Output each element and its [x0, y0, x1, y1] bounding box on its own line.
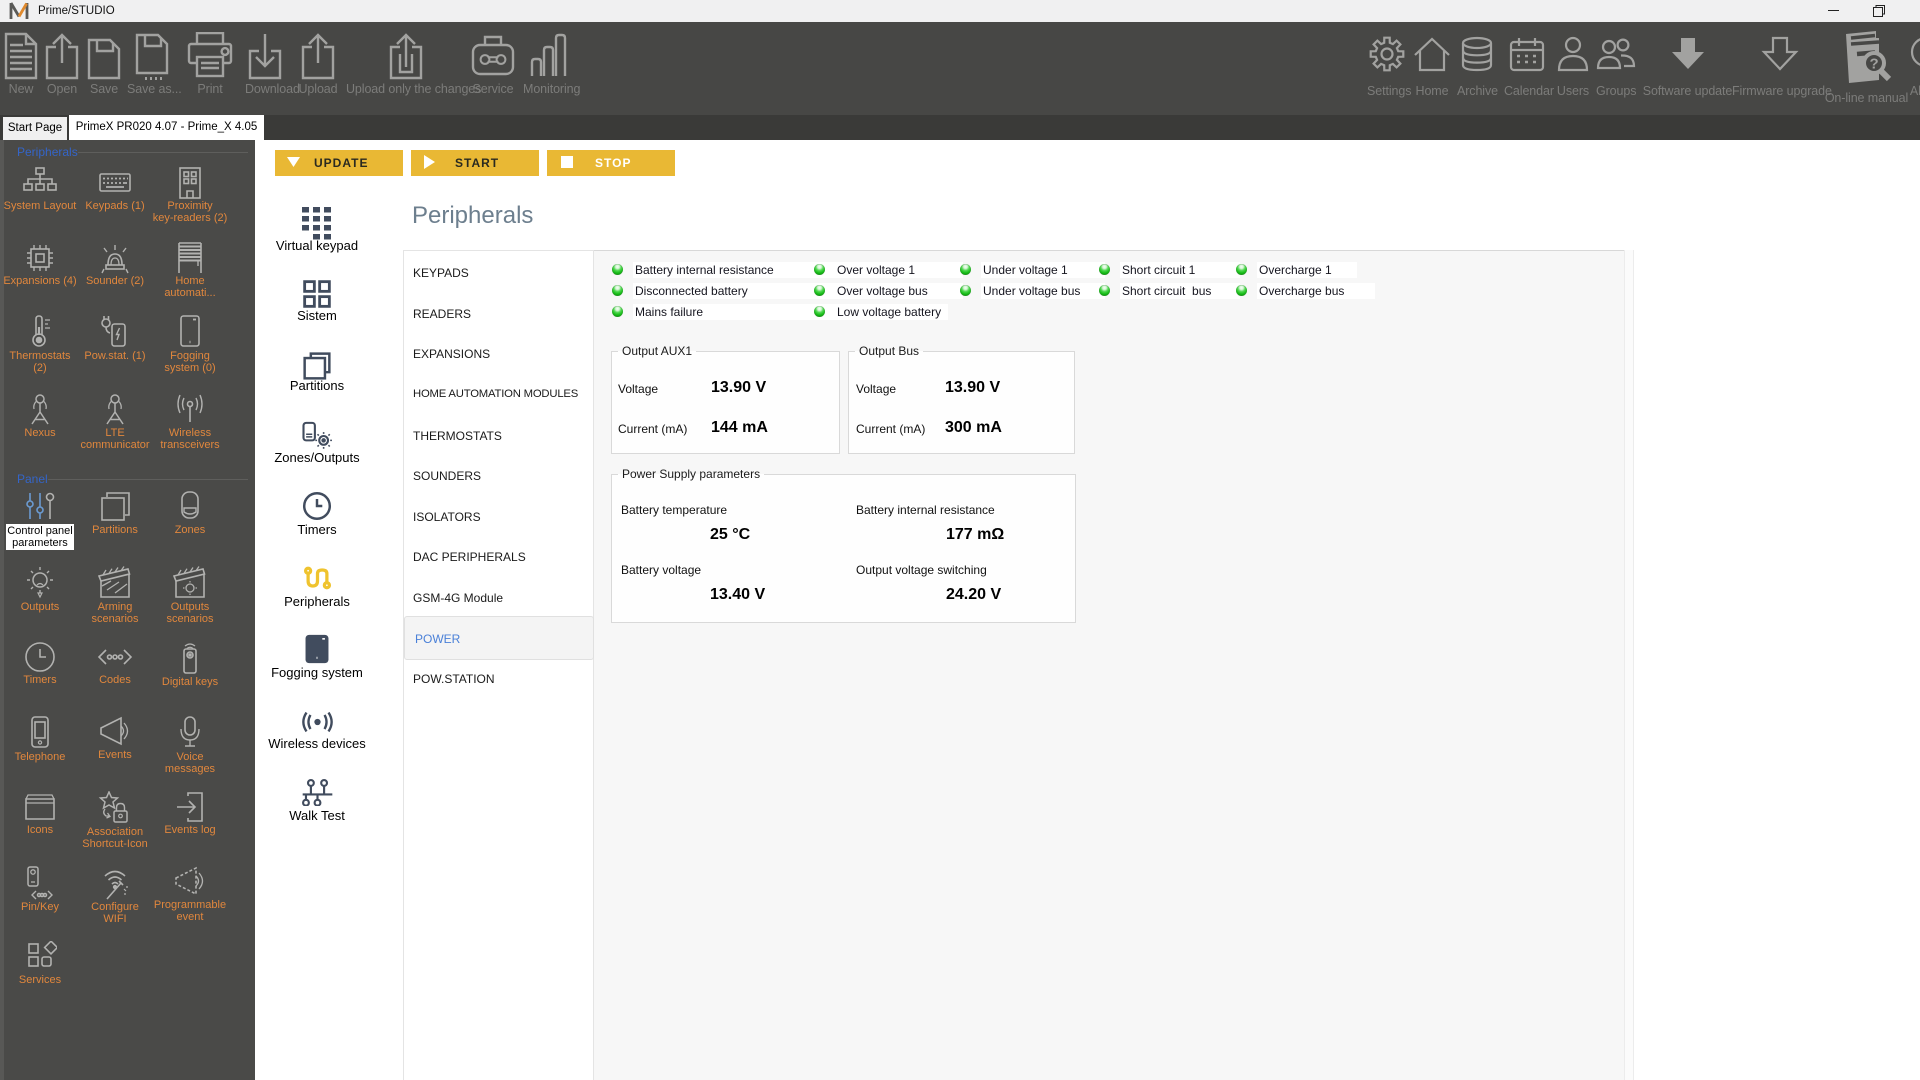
svg-text:?: ? — [1869, 56, 1878, 73]
